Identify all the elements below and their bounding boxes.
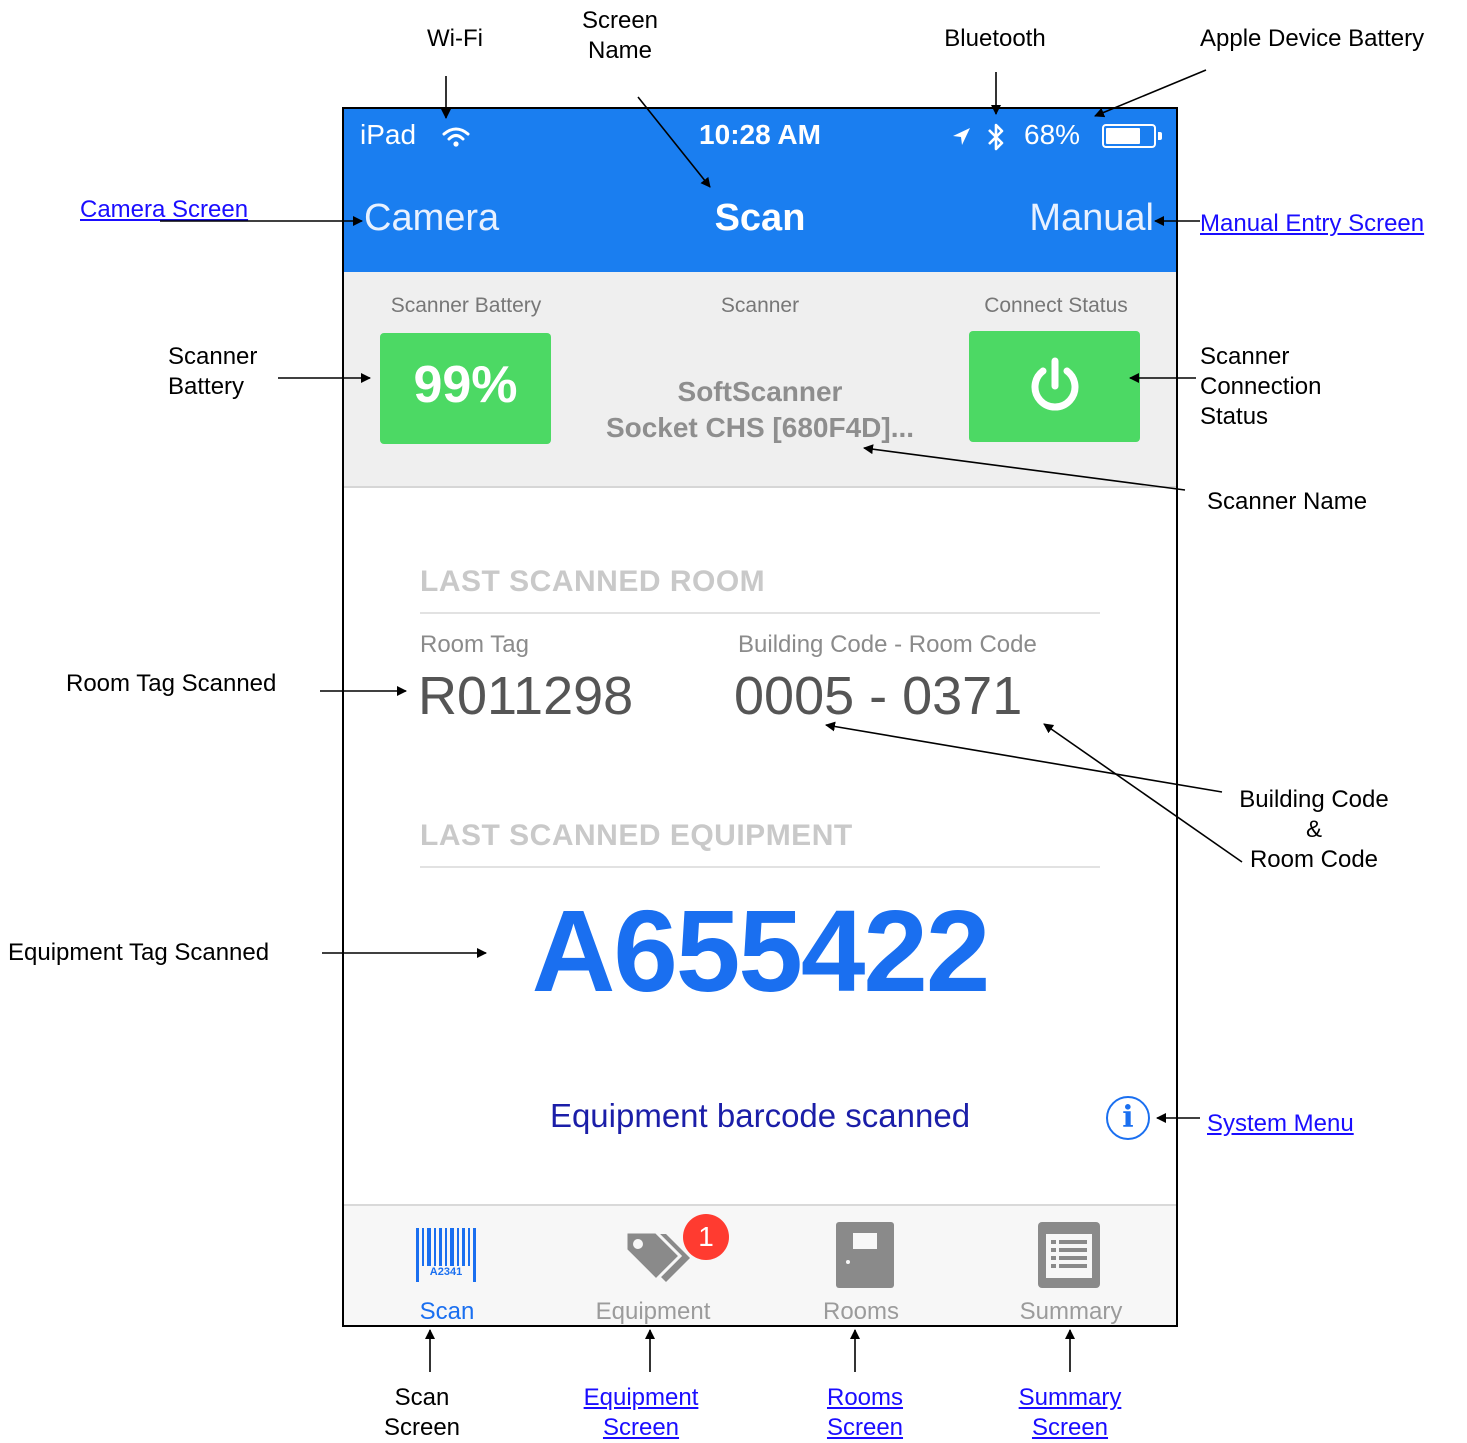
list-document-icon <box>1038 1222 1100 1288</box>
callout-scanner-battery-1: Scanner <box>168 343 258 370</box>
room-tag-label: Room Tag <box>420 631 529 658</box>
bluetooth-icon <box>988 123 1004 151</box>
scanner-name-line2: Socket CHS [680F4D]... <box>605 412 915 443</box>
building-room-code-label: Building Code - Room Code <box>738 631 1037 658</box>
manual-button[interactable]: Manual <box>1029 197 1154 240</box>
camera-screen-link[interactable]: Camera Screen <box>80 195 248 225</box>
battery-icon <box>1102 124 1162 148</box>
rooms-screen-link-line2[interactable]: Screen <box>805 1413 925 1443</box>
equipment-badge: 1 <box>683 1214 729 1260</box>
callout-building-code-1: Building Code <box>1239 786 1389 813</box>
callout-scan-screen-2: Screen <box>383 1414 461 1441</box>
tab-summary-label: Summary <box>1019 1298 1123 1325</box>
rooms-screen-link[interactable]: Rooms <box>805 1383 925 1413</box>
callout-scanner-conn-3: Status <box>1200 403 1269 430</box>
connect-status-button[interactable] <box>969 331 1140 442</box>
building-room-code-value: 0005 - 0371 <box>734 666 1023 726</box>
system-menu-link[interactable]: System Menu <box>1207 1109 1354 1139</box>
info-button[interactable]: i <box>1106 1096 1150 1140</box>
summary-screen-link-line2[interactable]: Screen <box>1000 1413 1140 1443</box>
tab-summary[interactable]: Summary <box>966 1206 1176 1325</box>
battery-tip <box>1158 132 1162 140</box>
callout-equipment-tag-scanned: Equipment Tag Scanned <box>8 939 270 966</box>
power-icon <box>1031 357 1079 411</box>
callout-building-code-2: & <box>1305 816 1322 843</box>
tab-rooms-label: Rooms <box>822 1298 900 1325</box>
rooms-screen-link-1[interactable]: Rooms <box>827 1384 903 1411</box>
tab-equipment[interactable]: 1 Equipment <box>550 1206 756 1325</box>
callout-scanner-battery-2: Battery <box>168 373 245 400</box>
equipment-divider <box>420 866 1100 868</box>
tab-scan[interactable]: A2341 Scan <box>344 1206 550 1325</box>
summary-screen-link[interactable]: Summary <box>1000 1383 1140 1413</box>
connect-status-label: Connect Status <box>984 294 1128 317</box>
last-equipment-title: LAST SCANNED EQUIPMENT <box>420 819 853 852</box>
callout-bluetooth: Bluetooth <box>944 25 1046 52</box>
callout-building-code-3: Room Code <box>1249 846 1379 873</box>
tab-equipment-label: Equipment <box>595 1298 711 1325</box>
status-battery-percent: 68% <box>1024 119 1081 150</box>
ipad-screen: iPad 10:28 AM 68% Camera Scan Manual Sca… <box>342 107 1178 1327</box>
callout-scanner-conn-1: Scanner <box>1200 343 1290 370</box>
last-room-title: LAST SCANNED ROOM <box>420 565 766 598</box>
scanner-name-line1: SoftScanner <box>677 376 843 407</box>
equipment-tag-value: A655422 <box>531 886 991 1016</box>
equipment-screen-link-line2[interactable]: Screen <box>566 1413 716 1443</box>
equipment-screen-link-1[interactable]: Equipment <box>584 1384 699 1411</box>
equipment-screen-link-2[interactable]: Screen <box>603 1414 679 1441</box>
room-divider <box>420 612 1100 614</box>
header-bar: iPad 10:28 AM 68% Camera Scan Manual <box>344 109 1176 272</box>
scanner-battery-label: Scanner Battery <box>390 294 542 317</box>
barcode-icon-text: A2341 <box>429 1266 463 1278</box>
callout-room-tag-scanned: Room Tag Scanned <box>66 670 277 697</box>
callout-scanner-name: Scanner Name <box>1207 488 1368 515</box>
manual-entry-screen-link[interactable]: Manual Entry Screen <box>1200 209 1424 239</box>
callout-wifi: Wi-Fi <box>427 25 483 52</box>
summary-screen-link-1[interactable]: Summary <box>1019 1384 1122 1411</box>
callout-apple-battery: Apple Device Battery <box>1200 25 1425 52</box>
callout-scanner-conn-2: Connection <box>1200 373 1322 400</box>
battery-level-fill <box>1106 128 1140 144</box>
summary-screen-link-2[interactable]: Screen <box>1032 1414 1108 1441</box>
tab-scan-label: Scan <box>419 1298 475 1325</box>
room-tag-value: R011298 <box>418 666 634 726</box>
status-message: Equipment barcode scanned <box>549 1097 971 1134</box>
callout-screen-name-1: Screen <box>581 7 659 34</box>
callout-scan-screen-1: Scan <box>394 1384 450 1411</box>
barcode-icon: A2341 <box>416 1228 476 1282</box>
scanner-label: Scanner <box>720 294 800 317</box>
tab-bar: A2341 Scan 1 Equipment Rooms Summary <box>344 1204 1176 1325</box>
rooms-screen-link-2[interactable]: Screen <box>827 1414 903 1441</box>
info-icon: i <box>1122 1100 1134 1135</box>
scanner-battery-box: 99% <box>380 333 551 444</box>
tab-rooms[interactable]: Rooms <box>756 1206 966 1325</box>
location-arrow-icon <box>953 128 970 145</box>
scanner-panel: Scanner Battery Scanner Connect Status 9… <box>344 272 1176 488</box>
scanner-battery-value: 99% <box>413 356 518 414</box>
callout-screen-name-2: Name <box>587 37 653 64</box>
equipment-screen-link[interactable]: Equipment <box>566 1383 716 1413</box>
door-icon <box>836 1222 894 1288</box>
